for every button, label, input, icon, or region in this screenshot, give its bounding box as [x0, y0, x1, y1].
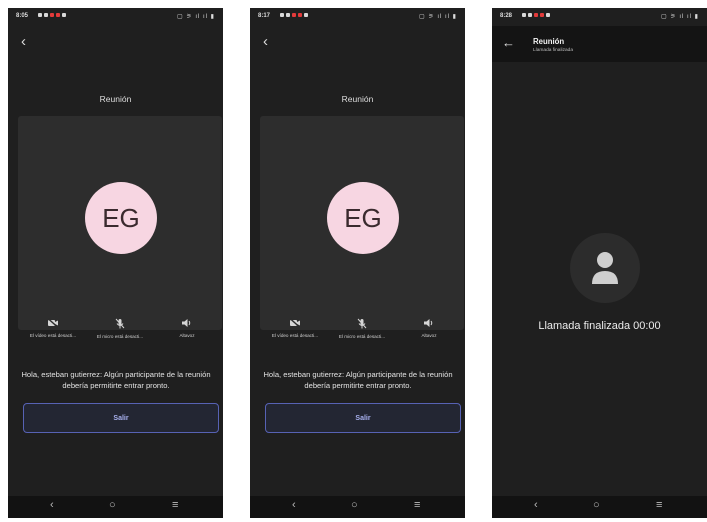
- mic-off-icon: [357, 318, 367, 329]
- video-off-icon: [47, 318, 59, 328]
- phone-screen-1: 8:05 ▢ ⚞ ıl ıl ▮ ‹ Reunión EG El vídeo e…: [8, 8, 223, 518]
- call-header: ← Reunión Llamada finalizada: [492, 26, 707, 62]
- video-preview-card: EG El vídeo está desacti... El micro est…: [260, 116, 464, 339]
- back-arrow-icon[interactable]: ←: [502, 35, 515, 50]
- notification-icons: [280, 13, 310, 19]
- call-subtitle: Llamada finalizada: [533, 48, 574, 53]
- leave-button[interactable]: Salir: [265, 403, 461, 433]
- video-preview-card: EG El vídeo está desacti... El micro est…: [18, 116, 222, 339]
- leave-button[interactable]: Salir: [23, 403, 219, 433]
- mic-toggle-button[interactable]: El micro está desacti...: [327, 318, 397, 339]
- phone-screen-2: 8:17 ▢ ⚞ ıl ıl ▮ ‹ Reunión EG El vídeo e…: [250, 8, 465, 518]
- back-chevron-icon[interactable]: ‹: [263, 34, 268, 49]
- phone-screen-3: 8:28 ▢ ⚞ ıl ıl ▮ ← Reunión Llamada final…: [492, 8, 707, 518]
- status-bar: 8:28 ▢ ⚞ ıl ıl ▮: [492, 8, 707, 26]
- nav-back-icon[interactable]: ‹: [534, 499, 538, 511]
- nav-back-icon[interactable]: ‹: [50, 499, 54, 511]
- back-chevron-icon[interactable]: ‹: [21, 34, 26, 49]
- person-icon: [592, 252, 618, 284]
- speaker-icon: [424, 319, 433, 327]
- android-nav-bar: ‹ ○ ≡: [492, 496, 707, 518]
- video-toggle-button[interactable]: El vídeo está desacti...: [260, 318, 330, 338]
- lobby-message: Hola, esteban gutierrez: Algún participa…: [263, 370, 453, 390]
- status-bar: 8:05 ▢ ⚞ ıl ıl ▮: [8, 8, 223, 26]
- nav-menu-icon[interactable]: ≡: [414, 499, 420, 511]
- nav-menu-icon[interactable]: ≡: [656, 499, 662, 511]
- video-label: El vídeo está desacti...: [271, 333, 319, 338]
- speaker-label: Altavoz: [179, 333, 195, 338]
- status-bar: 8:17 ▢ ⚞ ıl ıl ▮: [250, 8, 465, 26]
- video-off-icon: [289, 318, 301, 328]
- speaker-toggle-button[interactable]: Altavoz: [394, 318, 464, 338]
- mic-label: El micro está desacti...: [96, 334, 144, 339]
- notification-icons: [38, 13, 68, 19]
- android-nav-bar: ‹ ○ ≡: [250, 496, 465, 518]
- avatar: EG: [85, 182, 157, 254]
- nav-home-icon[interactable]: ○: [593, 499, 600, 511]
- speaker-toggle-button[interactable]: Altavoz: [152, 318, 222, 338]
- video-label: El vídeo está desacti...: [29, 333, 77, 338]
- speaker-icon: [182, 319, 191, 327]
- call-ended-status: Llamada finalizada 00:00: [538, 320, 661, 332]
- nav-menu-icon[interactable]: ≡: [172, 499, 178, 511]
- lobby-message: Hola, esteban gutierrez: Algún participa…: [21, 370, 211, 390]
- video-toggle-button[interactable]: El vídeo está desacti...: [18, 318, 88, 338]
- mic-label: El micro está desacti...: [338, 334, 386, 339]
- system-status-icons: ▢ ⚞ ıl ıl ▮: [660, 14, 699, 20]
- system-status-icons: ▢ ⚞ ıl ıl ▮: [418, 14, 457, 20]
- mic-off-icon: [115, 318, 125, 329]
- meeting-title: Reunión: [533, 37, 565, 46]
- avatar: [570, 233, 640, 303]
- nav-home-icon[interactable]: ○: [109, 499, 116, 511]
- nav-home-icon[interactable]: ○: [351, 499, 358, 511]
- meeting-title: Reunión: [99, 94, 132, 104]
- meeting-title: Reunión: [341, 94, 374, 104]
- notification-icons: [522, 13, 552, 19]
- mic-toggle-button[interactable]: El micro está desacti...: [85, 318, 155, 339]
- avatar: EG: [327, 182, 399, 254]
- status-time: 8:28: [500, 13, 513, 19]
- nav-back-icon[interactable]: ‹: [292, 499, 296, 511]
- android-nav-bar: ‹ ○ ≡: [8, 496, 223, 518]
- system-status-icons: ▢ ⚞ ıl ıl ▮: [176, 14, 215, 20]
- speaker-label: Altavoz: [421, 333, 437, 338]
- status-time: 8:05: [16, 13, 29, 19]
- status-time: 8:17: [258, 13, 271, 19]
